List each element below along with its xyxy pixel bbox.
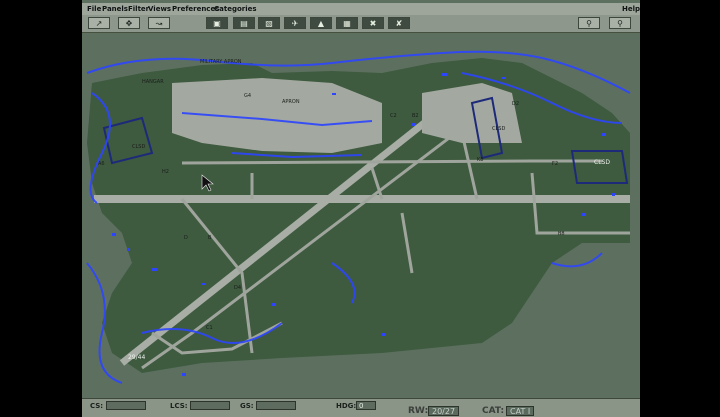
zoom-out-icon[interactable]: ⚲: [609, 17, 631, 29]
map-label-apron: APRON: [282, 99, 300, 105]
map-label-runway-end: 29/44: [128, 354, 145, 361]
zoom-in-icon[interactable]: ⚲: [578, 17, 600, 29]
hdg-field[interactable]: 0: [356, 401, 376, 410]
map-label-a6: A6: [98, 161, 105, 167]
map-label-d: D: [184, 235, 188, 241]
runway-icon[interactable]: ▧: [258, 17, 280, 29]
layers-icon[interactable]: ▤: [233, 17, 255, 29]
runway-label: RW:: [408, 406, 429, 416]
map-label-d4: D4: [234, 285, 241, 291]
map-label-c2: C2: [390, 113, 397, 119]
cat-field[interactable]: CAT I: [506, 406, 535, 416]
menu-categories[interactable]: Categories: [214, 3, 257, 15]
status-bar: CS: LCS: GS: HDG: 0 RW: 20/27 CAT: CAT I: [82, 398, 640, 417]
hdg-label: HDG:: [336, 402, 357, 410]
map-label-k8: K8: [477, 157, 483, 163]
cs-label: CS:: [90, 402, 104, 410]
menu-preferences[interactable]: Preferences: [172, 3, 219, 15]
runway-field[interactable]: 20/27: [428, 406, 460, 416]
airport-moving-map-window: File Panels Filter Views Preferences Cat…: [82, 0, 640, 417]
gs-field[interactable]: [256, 401, 296, 410]
lcs-field[interactable]: [190, 401, 230, 410]
map-label-h2: H2: [162, 169, 169, 175]
menu-panels[interactable]: Panels: [102, 3, 128, 15]
map-label-b2: B2: [412, 113, 419, 119]
cat-label: CAT:: [482, 406, 505, 416]
close-taxi-icon[interactable]: ✖: [362, 17, 384, 29]
map-label-clsd-west: CLSD: [132, 144, 145, 150]
tool-bar: ↗ ✥ ↝ ▣ ▤ ▧ ✈ ▲ ▦ ✖ ✘ ⚲ ⚲: [82, 15, 640, 33]
menu-views[interactable]: Views: [148, 3, 171, 15]
lcs-label: LCS:: [170, 402, 188, 410]
map-label-hangar: HANGAR: [142, 79, 164, 85]
airport-map[interactable]: MILITARY APRON HANGAR APRON CLSD CLSD CL…: [82, 33, 640, 397]
display-icon[interactable]: ▣: [206, 17, 228, 29]
map-icon[interactable]: ▦: [336, 17, 358, 29]
pointer-icon[interactable]: ↗: [88, 17, 110, 29]
cs-field[interactable]: [106, 401, 146, 410]
clear-icon[interactable]: ✘: [388, 17, 410, 29]
map-label-clsd-northeast: CLSD: [492, 126, 505, 132]
route-icon[interactable]: ↝: [148, 17, 170, 29]
right-black-border: [640, 0, 720, 416]
menu-filter[interactable]: Filter: [128, 3, 149, 15]
map-label-military-apron: MILITARY APRON: [200, 59, 242, 65]
map-label-c1: C1: [206, 325, 213, 331]
map-label-g4: G4: [244, 93, 251, 99]
map-label-d2: D2: [512, 101, 519, 107]
map-label-clsd-east: CLSD: [594, 159, 610, 166]
apron-east: [422, 83, 522, 143]
pan-icon[interactable]: ✥: [118, 17, 140, 29]
tower-icon[interactable]: ▲: [310, 17, 332, 29]
map-label-b: B: [208, 235, 212, 241]
map-label-b8: B8: [558, 231, 565, 237]
aircraft-icon[interactable]: ✈: [284, 17, 306, 29]
left-black-border: [0, 0, 82, 416]
menu-file[interactable]: File: [87, 3, 101, 15]
menu-help[interactable]: Help: [622, 3, 640, 15]
gs-label: GS:: [240, 402, 254, 410]
map-label-f2: F2: [552, 161, 558, 167]
